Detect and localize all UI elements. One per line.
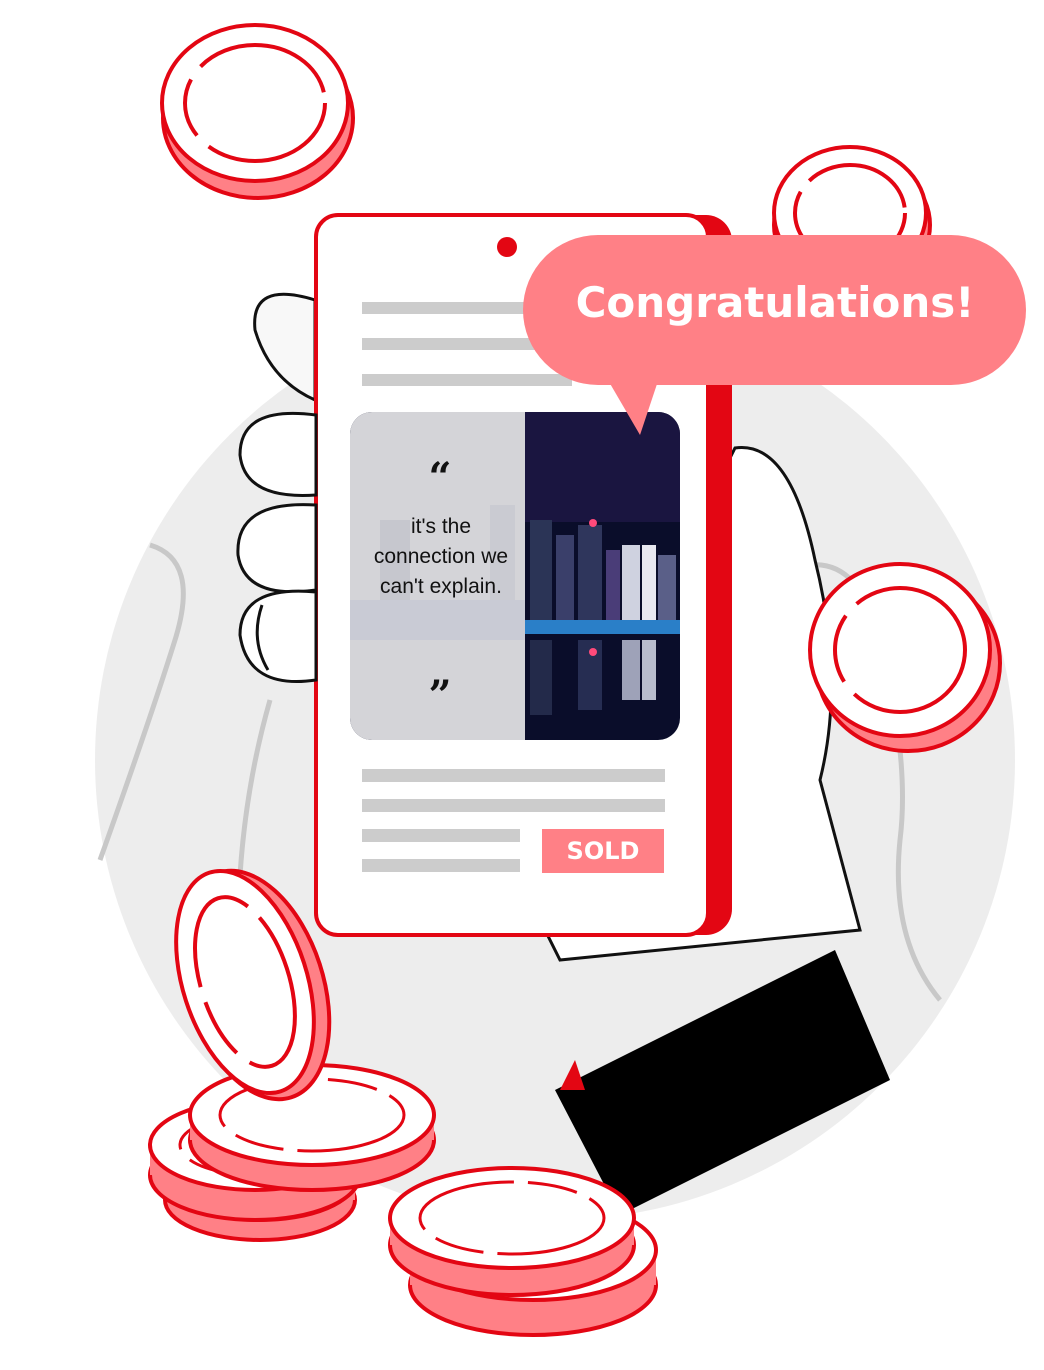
close-quote-icon: ” — [428, 672, 452, 719]
fingers-icon — [236, 411, 318, 683]
placeholder-line — [362, 769, 665, 782]
open-quote-icon: “ — [428, 454, 452, 501]
sold-badge: SOLD — [566, 837, 640, 865]
coin-icon — [160, 23, 355, 200]
quote-text: it's the connection we can't explain. — [373, 515, 509, 598]
thumb-icon — [253, 292, 317, 403]
placeholder-line — [362, 338, 542, 350]
illustration: Congratulations! “ it's the connection w… — [0, 0, 1044, 1370]
coin-stack-icon — [388, 1166, 658, 1337]
phone-camera-icon — [497, 237, 517, 257]
placeholder-line — [362, 859, 520, 872]
placeholder-line — [362, 374, 572, 386]
placeholder-line — [362, 829, 520, 842]
placeholder-line — [362, 799, 665, 812]
illustration-art — [95, 23, 1026, 1337]
congratulations-message: Congratulations! — [575, 278, 975, 327]
